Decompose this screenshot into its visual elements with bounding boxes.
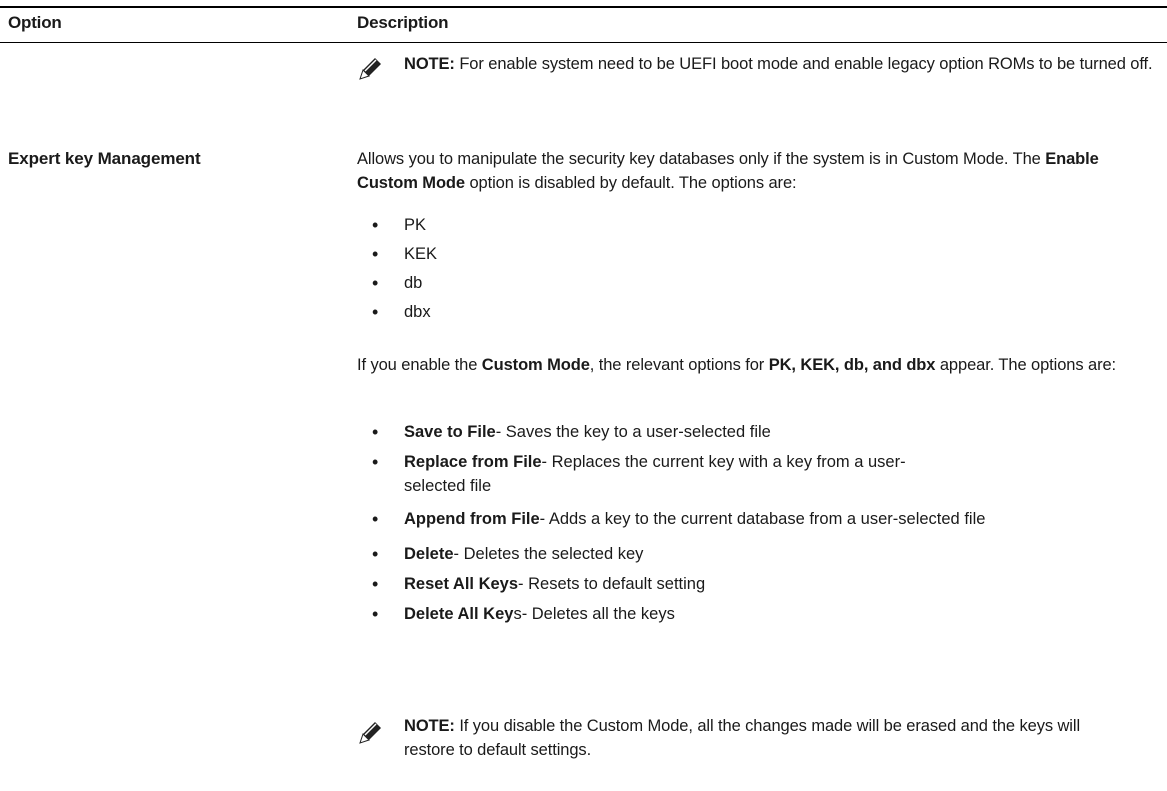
note-2: NOTE: If you disable the Custom Mode, al… [404, 714, 1104, 762]
custom-text-bold-2: PK, KEK, db, and dbx [768, 356, 936, 374]
note-1-label: NOTE: [404, 55, 455, 73]
action-list: Save to File- Saves the key to a user-se… [372, 420, 1162, 626]
action-name: Delete [404, 545, 454, 563]
action-name: Replace from File [404, 453, 542, 471]
list-item: db [372, 271, 437, 295]
note-2-text: If you disable the Custom Mode, all the … [404, 717, 1081, 759]
action-name: Append from File [404, 510, 540, 528]
option-expert-key-management: Expert key Management [8, 149, 201, 168]
document-page: Option Description NOTE: For enable syst… [0, 0, 1167, 791]
note-1: NOTE: For enable system need to be UEFI … [404, 52, 1164, 76]
table-top-rule [0, 6, 1167, 8]
list-item: Reset All Keys- Resets to default settin… [372, 572, 1162, 596]
list-item: Delete- Deletes the selected key [372, 542, 1162, 566]
action-name: Delete All Key [404, 605, 514, 623]
note-1-text: For enable system need to be UEFI boot m… [459, 55, 1153, 73]
intro-paragraph: Allows you to manipulate the security ke… [357, 147, 1162, 195]
list-item: Replace from File- Replaces the current … [372, 450, 964, 498]
note-pencil-icon [359, 722, 381, 744]
action-name: Reset All Keys [404, 575, 519, 593]
header-option: Option [8, 13, 62, 32]
action-desc: - Deletes the selected key [453, 545, 644, 563]
action-desc: - Resets to default setting [518, 575, 706, 593]
custom-text-a: If you enable the [357, 356, 482, 374]
custom-text-bold-1: Custom Mode [481, 356, 590, 374]
list-item: KEK [372, 242, 437, 266]
custom-mode-paragraph: If you enable the Custom Mode, the relev… [357, 353, 1162, 377]
list-item: Save to File- Saves the key to a user-se… [372, 420, 1162, 444]
list-item: Append from File- Adds a key to the curr… [372, 507, 1164, 531]
header-rule [0, 42, 1167, 43]
intro-text-a: Allows you to manipulate the security ke… [357, 150, 1046, 168]
custom-text-c: , the relevant options for [589, 356, 769, 374]
header-description: Description [357, 13, 449, 32]
action-name: Save to File [404, 423, 496, 441]
list-item: dbx [372, 300, 437, 324]
action-desc: s- Deletes all the keys [513, 605, 675, 623]
list-item: Delete All Keys- Deletes all the keys [372, 602, 1162, 626]
action-desc: - Saves the key to a user-selected file [495, 423, 771, 441]
custom-text-e: appear. The options are: [935, 356, 1117, 374]
note-2-label: NOTE: [404, 717, 455, 735]
action-desc: - Adds a key to the current database fro… [539, 510, 986, 528]
note-pencil-icon [359, 58, 381, 80]
key-list: PK KEK db dbx [372, 213, 437, 324]
list-item: PK [372, 213, 437, 237]
intro-text-c: option is disabled by default. The optio… [464, 174, 797, 192]
